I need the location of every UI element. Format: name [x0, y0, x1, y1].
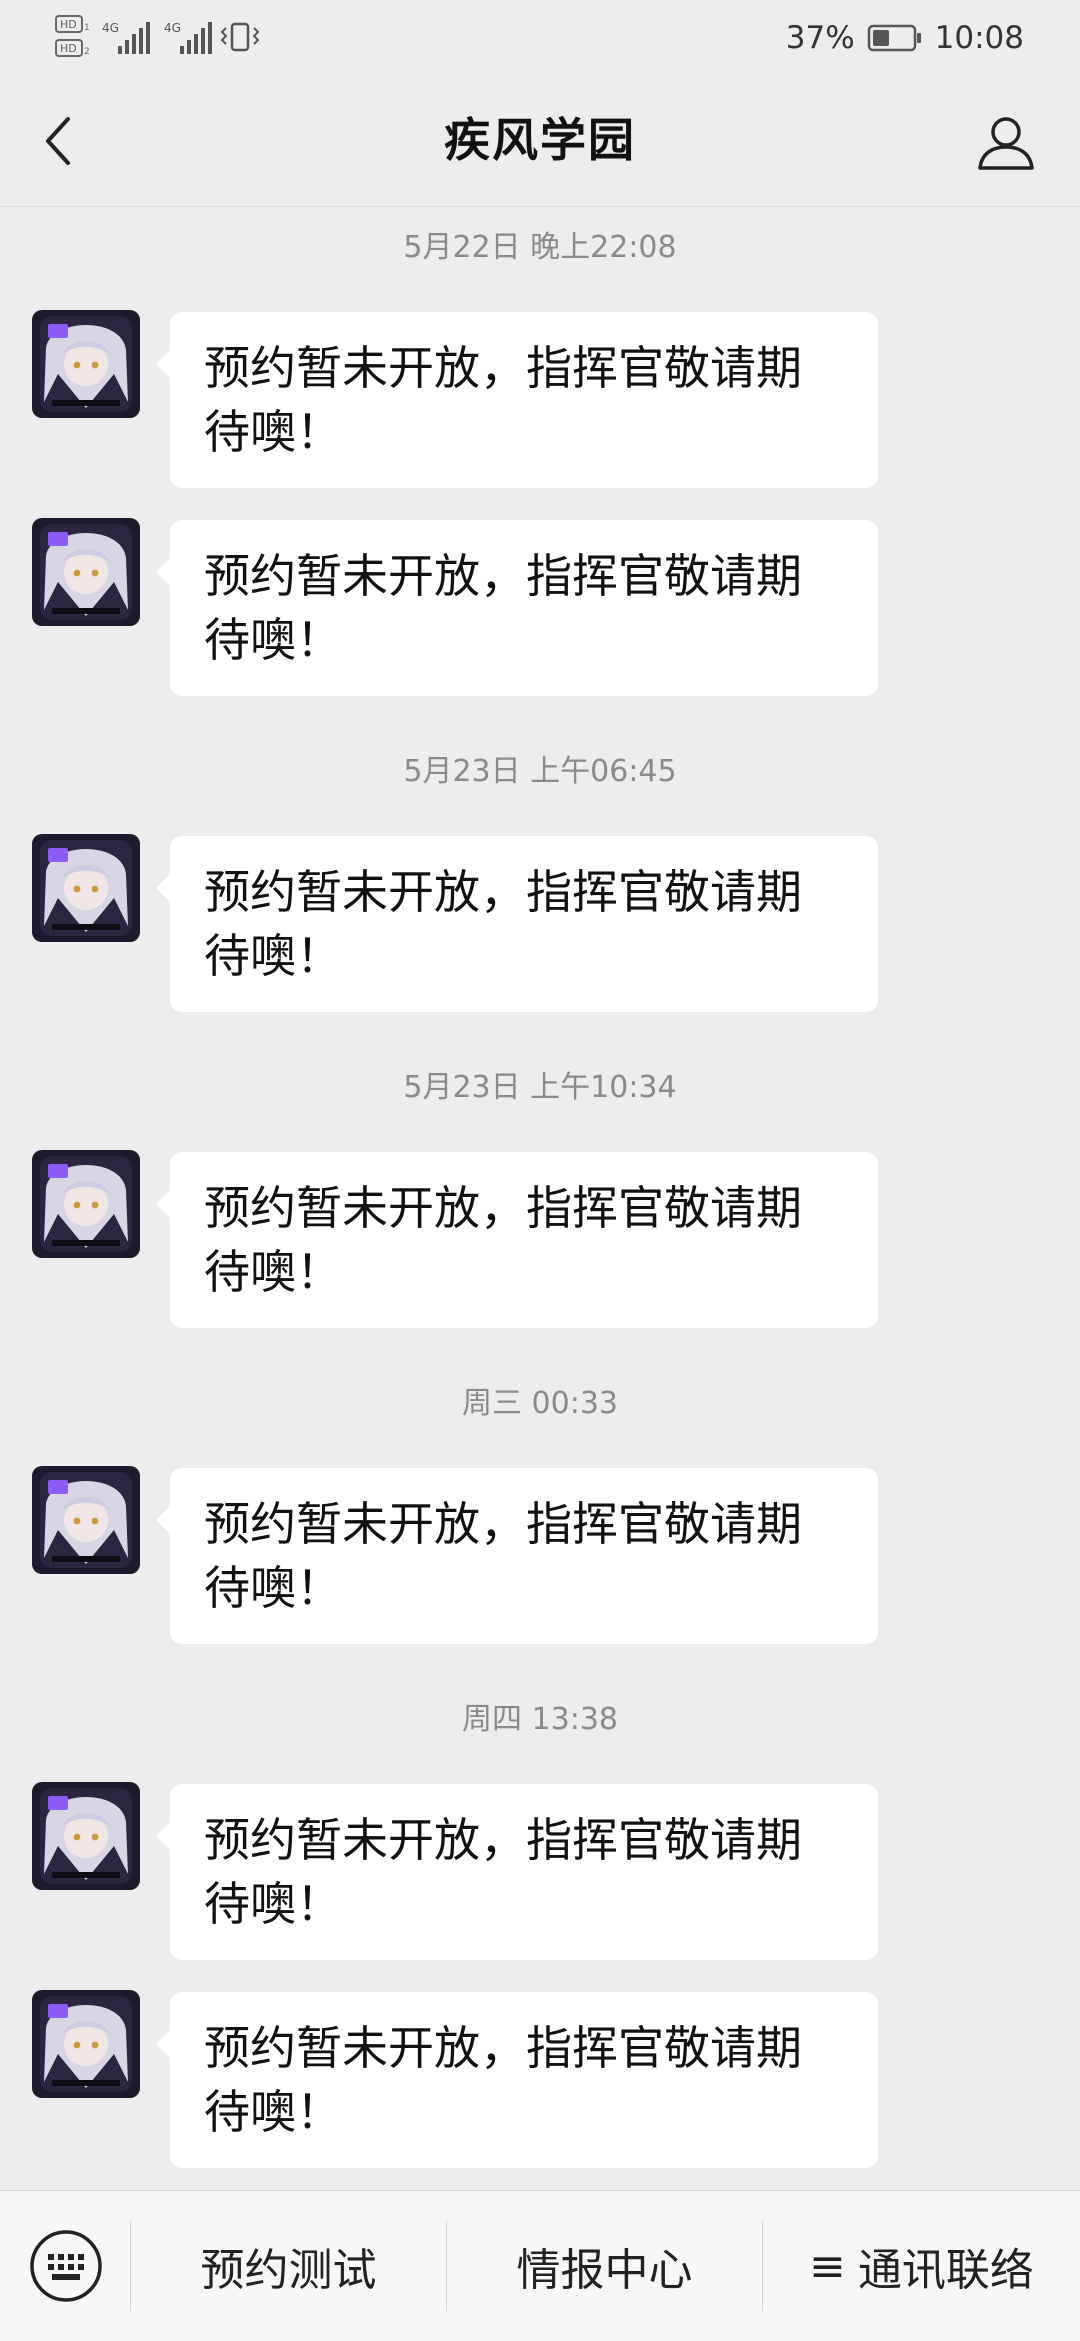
profile-button[interactable] — [968, 104, 1044, 180]
avatar-image — [32, 518, 140, 626]
avatar — [32, 834, 140, 942]
battery-percent: 37% — [785, 20, 855, 56]
avatar-image — [32, 310, 140, 418]
avatar-image — [32, 1150, 140, 1258]
message-timestamp: 5月22日 晚上22:08 — [403, 230, 677, 265]
menu-label: 通讯联络 — [857, 2245, 1034, 2296]
keyboard-toggle-button[interactable] — [24, 2224, 108, 2308]
user-icon — [978, 117, 1034, 170]
menu-label: 预约测试 — [200, 2245, 377, 2296]
svg-text:HD: HD — [60, 18, 77, 31]
message-bubble[interactable]: 预约暂未开放，指挥官敬请期待噢！ — [156, 1152, 878, 1328]
status-bar-right: 37% 10:08 — [786, 16, 1024, 60]
avatar — [32, 1150, 140, 1258]
avatar-image — [32, 1782, 140, 1890]
avatar-image — [32, 834, 140, 942]
svg-text:2: 2 — [84, 47, 90, 57]
svg-text:4G: 4G — [164, 21, 181, 35]
chat-header: 疾风学园 — [0, 74, 1080, 207]
message-timestamp: 5月23日 上午06:45 — [403, 754, 677, 789]
message-list[interactable]: 5月22日 晚上22:08 预约暂未开放，指挥官敬请期待噢！ 预约暂未开放，指挥… — [0, 206, 1080, 2190]
status-bar: HD 1 HD 2 4G 4G 37% 10:08 — [0, 0, 1080, 74]
message-bubble[interactable]: 预约暂未开放，指挥官敬请期待噢！ — [156, 520, 878, 696]
message-timestamp: 5月23日 上午10:34 — [403, 1070, 677, 1105]
menu-button-contact[interactable]: ≡ 通讯联络 — [763, 2191, 1080, 2341]
avatar — [32, 518, 140, 626]
avatar — [32, 310, 140, 418]
avatar — [32, 1466, 140, 1574]
message-bubble[interactable]: 预约暂未开放，指挥官敬请期待噢！ — [156, 836, 878, 1012]
page-title: 疾风学园 — [444, 113, 636, 167]
message-bubble[interactable]: 预约暂未开放，指挥官敬请期待噢！ — [156, 1468, 878, 1644]
message-timestamp: 周三 00:33 — [462, 1386, 618, 1421]
keyboard-icon — [30, 2230, 102, 2302]
message-bubble[interactable]: 预约暂未开放，指挥官敬请期待噢！ — [156, 312, 878, 488]
svg-text:4G: 4G — [102, 21, 119, 35]
svg-text:HD: HD — [60, 42, 77, 55]
bottom-menu-bar: 预约测试 情报中心 ≡ 通讯联络 — [0, 2190, 1080, 2341]
network-signal-icon: HD 1 HD 2 4G 4G — [55, 15, 260, 57]
clock: 10:08 — [934, 20, 1024, 56]
avatar-image — [32, 1466, 140, 1574]
message-bubble[interactable]: 预约暂未开放，指挥官敬请期待噢！ — [156, 1992, 878, 2168]
avatar — [32, 1990, 140, 2098]
menu-button-intel-center[interactable]: 情报中心 — [447, 2191, 762, 2341]
battery-icon — [867, 24, 921, 52]
message-bubble[interactable]: 预约暂未开放，指挥官敬请期待噢！ — [156, 1784, 878, 1960]
avatar-image — [32, 1990, 140, 2098]
avatar — [32, 1782, 140, 1890]
svg-text:1: 1 — [84, 23, 90, 33]
menu-label: 情报中心 — [516, 2245, 693, 2296]
menu-button-reserve-test[interactable]: 预约测试 — [131, 2191, 446, 2341]
message-timestamp: 周四 13:38 — [462, 1702, 618, 1737]
menu-list-icon: ≡ — [809, 2240, 846, 2292]
